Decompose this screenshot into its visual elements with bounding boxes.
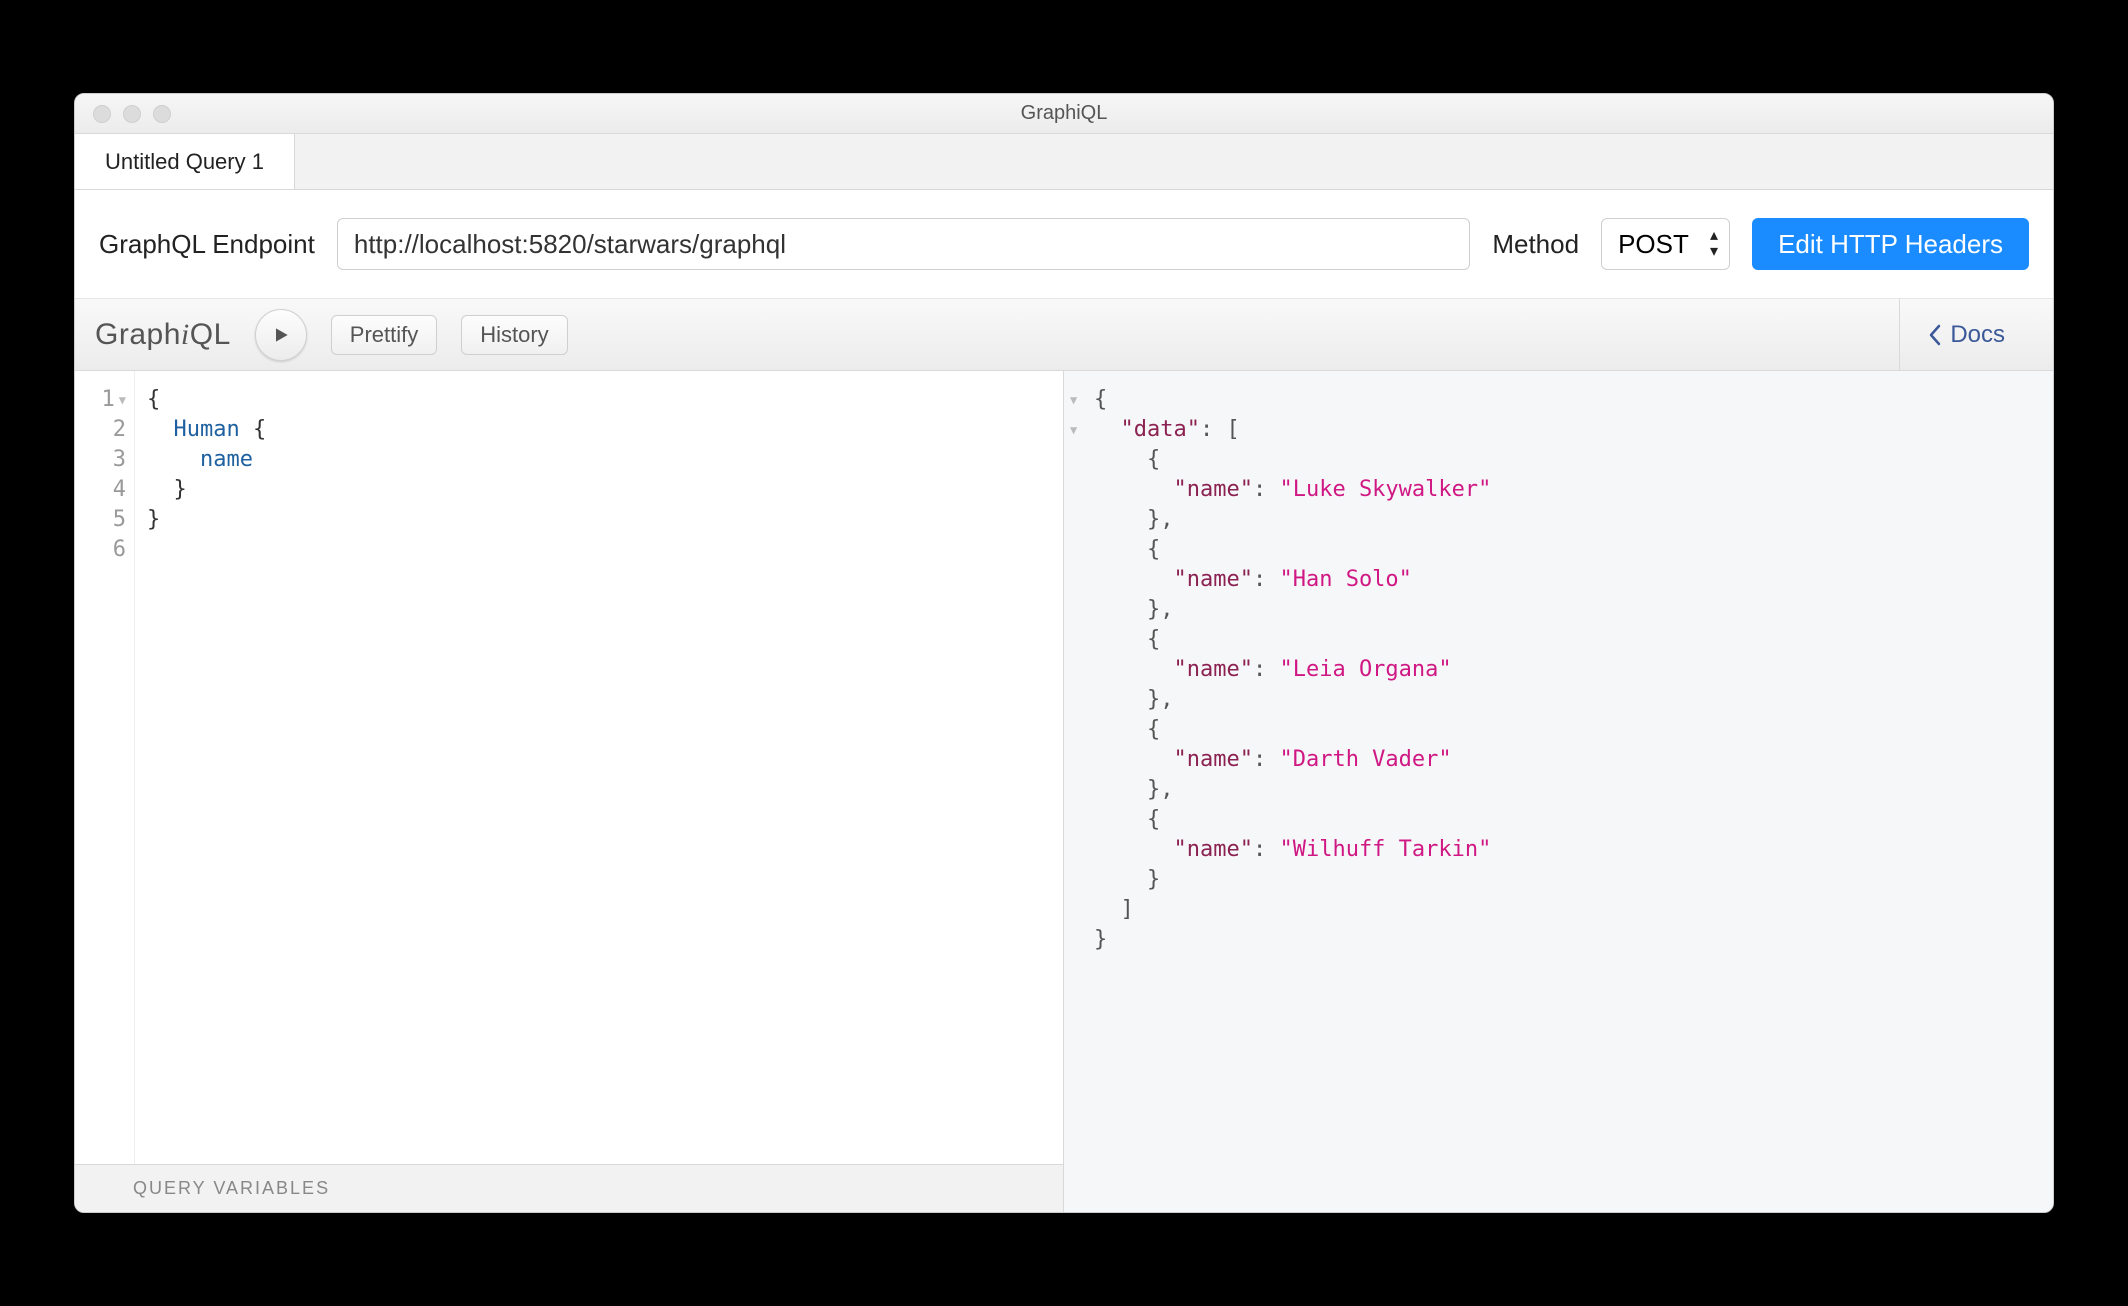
graphiql-logo: GraphiQL — [95, 318, 231, 352]
fold-icon[interactable]: ▼ — [119, 385, 126, 415]
window-title: GraphiQL — [75, 102, 2053, 125]
query-variables-toggle[interactable]: Query Variables — [75, 1164, 1063, 1212]
play-icon — [271, 325, 291, 345]
app-window: GraphiQL Untitled Query 1 GraphQL Endpoi… — [74, 93, 2054, 1213]
toolbar: GraphiQL Prettify History Docs — [75, 299, 2053, 371]
prettify-button[interactable]: Prettify — [331, 315, 437, 355]
line-gutter: 1▼ 2 3 4 5 6 — [75, 371, 135, 1164]
execute-button[interactable] — [255, 309, 307, 361]
method-label: Method — [1492, 229, 1579, 260]
docs-button[interactable]: Docs — [1899, 299, 2033, 370]
editor-pane: 1▼ 2 3 4 5 6 { Human { name } } Query Va… — [75, 371, 1064, 1212]
endpoint-label: GraphQL Endpoint — [99, 229, 315, 260]
config-row: GraphQL Endpoint Method POST ▴▾ Edit HTT… — [75, 190, 2053, 299]
chevron-left-icon — [1928, 324, 1942, 346]
result-fold-icons: ▼▼ — [1070, 385, 1077, 445]
query-editor[interactable]: 1▼ 2 3 4 5 6 { Human { name } } — [75, 371, 1063, 1164]
endpoint-input[interactable] — [337, 218, 1470, 270]
result-pane: ▼▼ { "data": [ { "name": "Luke Skywalker… — [1064, 371, 2053, 1212]
result-json[interactable]: { "data": [ { "name": "Luke Skywalker" }… — [1064, 371, 2053, 955]
tab-bar: Untitled Query 1 — [75, 134, 2053, 190]
tab-label: Untitled Query 1 — [105, 149, 264, 175]
query-code[interactable]: { Human { name } } — [135, 371, 278, 1164]
tab-query[interactable]: Untitled Query 1 — [75, 134, 295, 189]
method-select[interactable]: POST — [1601, 218, 1730, 270]
history-button[interactable]: History — [461, 315, 567, 355]
titlebar: GraphiQL — [75, 94, 2053, 134]
main-area: 1▼ 2 3 4 5 6 { Human { name } } Query Va… — [75, 371, 2053, 1212]
edit-headers-button[interactable]: Edit HTTP Headers — [1752, 218, 2029, 270]
